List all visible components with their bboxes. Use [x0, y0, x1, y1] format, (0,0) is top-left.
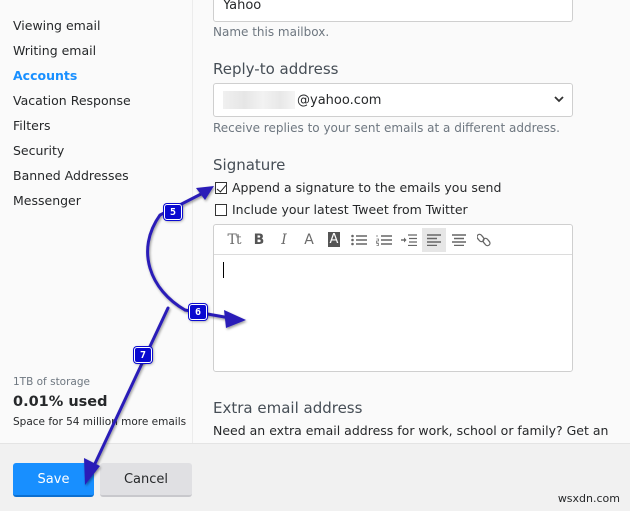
- reply-to-value: @yahoo.com: [297, 92, 382, 108]
- settings-nav: Viewing email Writing email Accounts Vac…: [13, 13, 131, 213]
- text-color-icon[interactable]: A: [297, 228, 321, 252]
- reply-to-select[interactable]: @yahoo.com: [213, 83, 573, 117]
- reply-to-hint: Receive replies to your sent emails at a…: [213, 121, 560, 135]
- sidebar-item-vacation-response[interactable]: Vacation Response: [13, 88, 131, 113]
- include-tweet-checkbox[interactable]: Include your latest Tweet from Twitter: [215, 202, 468, 217]
- sidebar-item-filters[interactable]: Filters: [13, 113, 131, 138]
- bold-icon[interactable]: B: [247, 228, 271, 252]
- signature-title: Signature: [213, 156, 286, 174]
- extra-email-text: Need an extra email address for work, sc…: [213, 423, 609, 438]
- sidebar-item-accounts[interactable]: Accounts: [13, 63, 131, 88]
- storage-capacity: 1TB of storage: [13, 376, 90, 388]
- highlight-glyph: A: [327, 232, 341, 247]
- storage-info: 1TB of storage 0.01% used Space for 54 m…: [13, 375, 186, 429]
- signature-body[interactable]: [214, 256, 572, 371]
- annotation-badge-6: 6: [189, 304, 207, 320]
- sidebar-item-banned-addresses[interactable]: Banned Addresses: [13, 163, 131, 188]
- signature-toolbar: Tt B I A A: [214, 225, 572, 255]
- bulleted-list-icon[interactable]: [347, 228, 371, 252]
- sidebar-item-security[interactable]: Security: [13, 138, 131, 163]
- align-left-icon[interactable]: [422, 227, 446, 252]
- indent-icon[interactable]: [397, 228, 421, 252]
- append-signature-label: Append a signature to the emails you sen…: [232, 180, 502, 195]
- mailbox-name-value: Yahoo: [223, 0, 262, 13]
- chevron-down-icon: [554, 92, 564, 106]
- append-signature-checkbox[interactable]: Append a signature to the emails you sen…: [215, 180, 501, 195]
- settings-footer: Save Cancel wsxdn.com: [0, 443, 630, 511]
- account-settings-panel: Yahoo Name this mailbox. Reply-to addres…: [194, 0, 630, 443]
- settings-sidebar: Viewing email Writing email Accounts Vac…: [0, 0, 193, 443]
- checkbox-checked-icon[interactable]: [215, 181, 227, 194]
- mailbox-name-input[interactable]: Yahoo: [213, 0, 573, 22]
- italic-icon[interactable]: I: [272, 228, 296, 252]
- sidebar-item-messenger[interactable]: Messenger: [13, 188, 131, 213]
- highlight-color-icon[interactable]: A: [322, 228, 346, 252]
- storage-used: 0.01% used: [13, 394, 108, 410]
- reply-to-title: Reply-to address: [213, 60, 339, 78]
- cancel-button[interactable]: Cancel: [100, 463, 192, 497]
- signature-editor: Tt B I A A: [213, 224, 573, 372]
- save-button[interactable]: Save: [13, 463, 94, 497]
- font-size-icon[interactable]: Tt: [222, 228, 246, 252]
- annotation-badge-7: 7: [134, 347, 152, 363]
- redacted-username: [223, 91, 295, 109]
- watermark: wsxdn.com: [557, 492, 620, 505]
- numbered-list-icon[interactable]: [372, 228, 396, 252]
- mailbox-name-hint: Name this mailbox.: [213, 25, 330, 39]
- align-center-icon[interactable]: [447, 228, 471, 252]
- storage-space: Space for 54 million more emails: [13, 416, 187, 428]
- annotation-badge-5: 5: [164, 204, 182, 220]
- include-tweet-label: Include your latest Tweet from Twitter: [232, 202, 468, 217]
- checkbox-unchecked-icon[interactable]: [215, 203, 227, 216]
- sidebar-item-viewing-email[interactable]: Viewing email: [13, 13, 131, 38]
- sidebar-item-writing-email[interactable]: Writing email: [13, 38, 131, 63]
- link-icon[interactable]: [472, 228, 496, 252]
- text-cursor: [223, 262, 224, 278]
- extra-email-title: Extra email address: [213, 399, 363, 417]
